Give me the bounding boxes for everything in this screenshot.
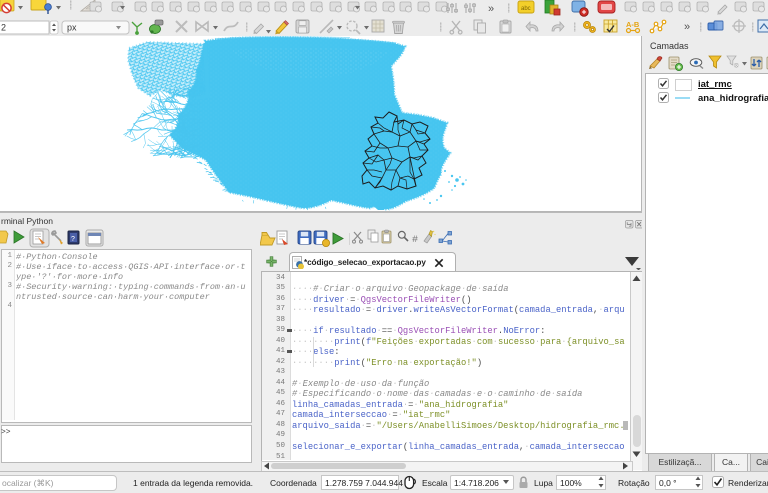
svg-text:2: 2 — [1, 23, 6, 33]
svg-text:?: ? — [71, 236, 75, 243]
svg-text:»: » — [684, 21, 690, 33]
svg-text:A-B: A-B — [626, 20, 640, 29]
svg-text:abc: abc — [521, 6, 531, 12]
svg-text:»: » — [488, 3, 494, 15]
svg-text:⦻: ⦻ — [734, 62, 739, 69]
svg-text:px: px — [67, 23, 77, 33]
